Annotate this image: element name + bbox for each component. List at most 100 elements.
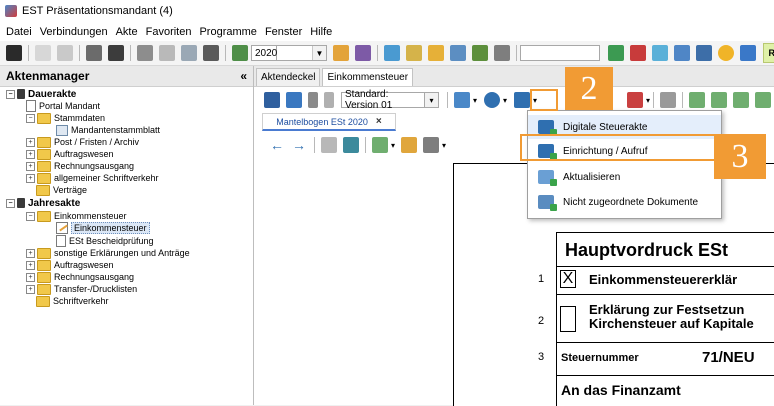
attachment-icon[interactable]: [423, 137, 440, 153]
tree-node-est-bescheidpruefung[interactable]: ESt Bescheidprüfung: [56, 235, 154, 247]
menu-programme[interactable]: Programme: [199, 26, 256, 38]
menu-verbindungen[interactable]: Verbindungen: [40, 26, 108, 38]
tab-aktendeckel[interactable]: Aktendeckel: [256, 68, 321, 86]
collapse-icon[interactable]: −: [6, 89, 15, 99]
menu-item-aktualisieren[interactable]: Aktualisieren: [528, 165, 721, 189]
users-icon[interactable]: [450, 45, 466, 61]
expand-icon[interactable]: +: [26, 248, 35, 258]
chevron-down-icon[interactable]: ▾: [646, 96, 650, 105]
delete-icon[interactable]: [308, 92, 318, 108]
globe-icon[interactable]: [652, 45, 668, 61]
info-icon[interactable]: [484, 92, 501, 108]
sheet-icon[interactable]: [232, 45, 248, 61]
tree-node-allgemeiner-schriftverkehr[interactable]: + allgemeiner Schriftverkehr: [26, 172, 159, 184]
collapse-icon[interactable]: −: [26, 211, 35, 221]
expand-icon[interactable]: +: [26, 284, 35, 294]
open-icon[interactable]: [57, 45, 73, 61]
refresh-icon[interactable]: [608, 45, 624, 61]
tree-node-sonstige-erklaerungen[interactable]: + sonstige Erklärungen und Anträge: [26, 247, 190, 259]
form-checkbox-2[interactable]: [560, 306, 576, 332]
tree-node-transfer-drucklisten[interactable]: + Transfer-/Drucklisten: [26, 283, 137, 295]
elster-send-icon[interactable]: [627, 92, 644, 108]
tree-node-vertraege[interactable]: Verträge: [36, 184, 87, 196]
save-icon[interactable]: [264, 92, 280, 108]
folder-icon[interactable]: [406, 45, 422, 61]
status-light-icon[interactable]: [718, 45, 734, 61]
tree-node-einkommensteuer-folder[interactable]: − Einkommensteuer: [26, 210, 127, 222]
menu-favoriten[interactable]: Favoriten: [146, 26, 192, 38]
tree-node-stammdaten[interactable]: − Stammdaten: [26, 112, 105, 124]
menu-item-nicht-zugeordnete-dokumente[interactable]: Nicht zugeordnete Dokumente: [528, 190, 721, 214]
menu-akte[interactable]: Akte: [116, 26, 138, 38]
collapse-icon[interactable]: −: [6, 198, 15, 208]
ra-button[interactable]: RA: [763, 43, 774, 63]
search-document-icon[interactable]: [428, 45, 444, 61]
version-dropdown[interactable]: ▾: [425, 92, 439, 108]
menu-hilfe[interactable]: Hilfe: [310, 26, 332, 38]
tree-node-dauerakte[interactable]: − Dauerakte: [6, 88, 76, 100]
quick-search-field[interactable]: [520, 45, 600, 61]
book-icon[interactable]: [6, 45, 22, 61]
heart-icon[interactable]: [472, 45, 488, 61]
digital-tax-file-icon[interactable]: [514, 92, 531, 108]
menu-datei[interactable]: Datei: [6, 26, 32, 38]
expand-icon[interactable]: +: [26, 161, 35, 171]
check-list-icon[interactable]: [384, 45, 400, 61]
chevron-down-icon[interactable]: ▾: [442, 141, 446, 150]
year-field[interactable]: 2020: [251, 45, 277, 61]
chevron-down-icon[interactable]: ▾: [391, 141, 395, 150]
new-document-icon[interactable]: [35, 45, 51, 61]
tree-node-mandantenstammblatt[interactable]: Mandantenstammblatt: [56, 124, 160, 136]
close-icon[interactable]: ×: [376, 116, 382, 127]
print-preview-icon[interactable]: [159, 45, 175, 61]
archive-icon[interactable]: [203, 45, 219, 61]
calculator-icon[interactable]: [355, 45, 371, 61]
tree-node-rechnungsausgang-2[interactable]: + Rechnungsausgang: [26, 271, 134, 283]
expand-icon[interactable]: +: [26, 260, 35, 270]
tree-node-portal-mandant[interactable]: Portal Mandant: [26, 100, 100, 112]
steuernummer-value[interactable]: 71/NEU: [702, 349, 755, 366]
edit-icon[interactable]: [333, 45, 349, 61]
tree-node-einkommensteuer-document[interactable]: Einkommensteuer: [56, 222, 150, 234]
tab-mantelbogen[interactable]: Mantelbogen ESt 2020 ×: [262, 113, 396, 131]
collapse-panel-icon[interactable]: «: [240, 69, 247, 83]
agb-form-icon[interactable]: [733, 92, 750, 108]
expand-icon[interactable]: +: [26, 137, 35, 147]
m-form-icon[interactable]: [689, 92, 706, 108]
tree-node-jahresakte[interactable]: − Jahresakte: [6, 197, 80, 209]
ha-form-icon[interactable]: [755, 92, 772, 108]
binoculars-icon[interactable]: [108, 45, 124, 61]
lock-icon[interactable]: [494, 45, 510, 61]
collapse-icon[interactable]: −: [26, 113, 35, 123]
calendar-icon[interactable]: [674, 45, 690, 61]
save-as-icon[interactable]: [286, 92, 302, 108]
chevron-down-icon[interactable]: ▾: [503, 96, 507, 105]
forward-arrow-icon[interactable]: →: [292, 137, 306, 153]
tree-node-auftragswesen-2[interactable]: + Auftragswesen: [26, 259, 114, 271]
version-select[interactable]: Standard: Version 01: [341, 89, 425, 111]
users-group-icon[interactable]: [630, 45, 646, 61]
back-arrow-icon[interactable]: ←: [270, 137, 284, 153]
tree-node-schriftverkehr[interactable]: Schriftverkehr: [36, 295, 109, 307]
chevron-down-icon[interactable]: ▼: [312, 46, 326, 60]
check-icon[interactable]: [740, 45, 756, 61]
tree-node-auftragswesen[interactable]: + Auftragswesen: [26, 148, 114, 160]
tab-einkommensteuer[interactable]: Einkommensteuer: [322, 68, 414, 86]
note-edit-icon[interactable]: [401, 137, 418, 153]
layout-icon[interactable]: [454, 92, 470, 108]
tree-node-rechnungsausgang[interactable]: + Rechnungsausgang: [26, 160, 134, 172]
compare-icon[interactable]: [324, 92, 334, 108]
print-icon[interactable]: [137, 45, 153, 61]
chevron-down-icon[interactable]: ▾: [425, 93, 438, 107]
menu-fenster[interactable]: Fenster: [265, 26, 302, 38]
mail-icon[interactable]: [181, 45, 197, 61]
sa-form-icon[interactable]: [711, 92, 728, 108]
expand-icon[interactable]: +: [26, 149, 35, 159]
save-icon[interactable]: [696, 45, 712, 61]
year-select[interactable]: ▼: [277, 45, 327, 61]
overview-icon[interactable]: [321, 137, 337, 153]
sync-icon[interactable]: [343, 137, 359, 153]
chevron-down-icon[interactable]: ▾: [473, 96, 477, 105]
notes-icon[interactable]: [660, 92, 677, 108]
tree-node-post-fristen-archiv[interactable]: + Post / Fristen / Archiv: [26, 136, 139, 148]
